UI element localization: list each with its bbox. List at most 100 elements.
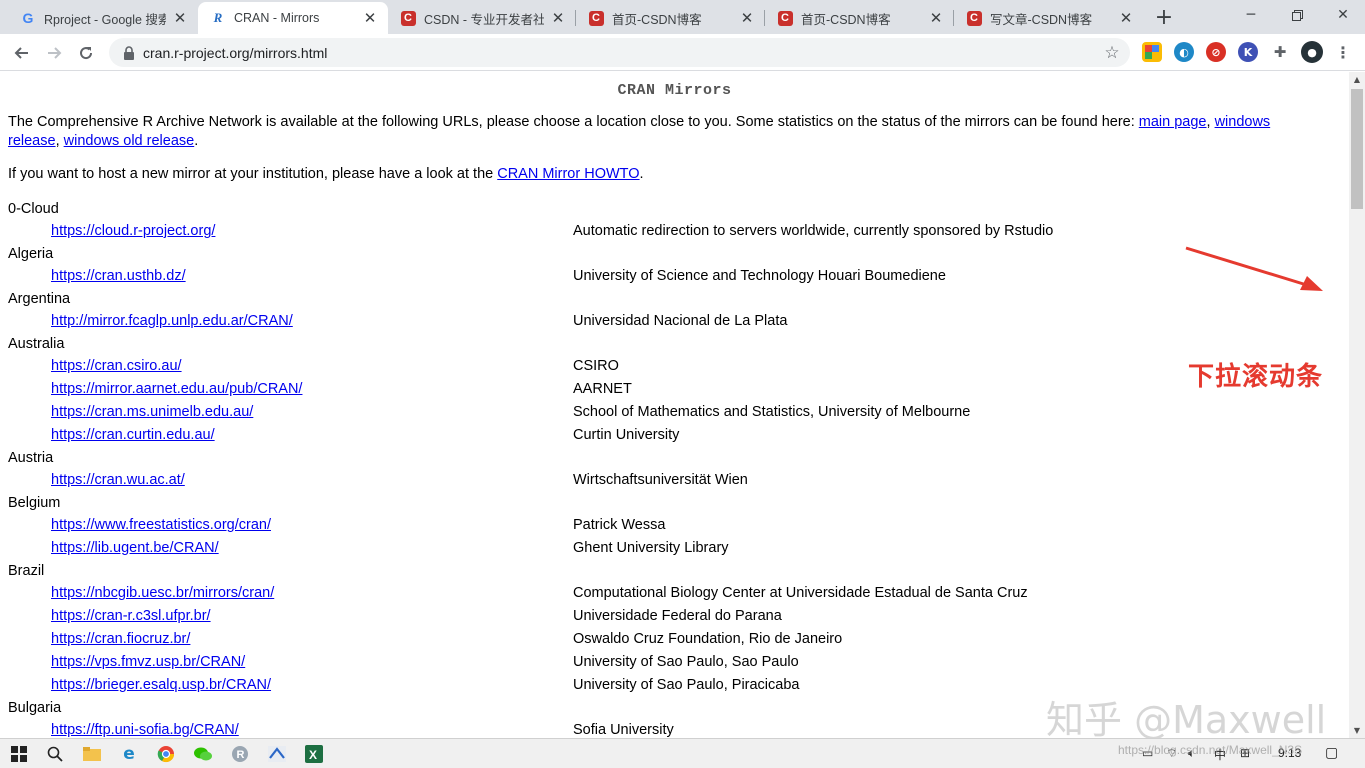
lock-icon[interactable] (121, 45, 137, 61)
mirror-url-link[interactable]: http://mirror.fcaglp.unlp.edu.ar/CRAN/ (51, 310, 293, 333)
arrow-left-icon (14, 47, 28, 59)
search-icon[interactable] (44, 743, 66, 765)
address-bar[interactable]: cran.r-project.org/mirrors.html ☆ (109, 38, 1130, 67)
edge-browser-icon[interactable]: e (118, 743, 140, 765)
mail-app-icon[interactable] (266, 743, 288, 765)
menu-kebab-icon[interactable]: ⋮ (1333, 42, 1353, 62)
forward-button[interactable] (40, 39, 68, 67)
restore-icon (1291, 9, 1303, 21)
mirror-url-link[interactable]: https://www.freestatistics.org/cran/ (51, 514, 271, 537)
period: . (639, 166, 644, 182)
mirror-url-link[interactable]: https://nbcgib.uesc.br/mirrors/cran/ (51, 582, 274, 605)
tab-google-search[interactable]: G Rproject - Google 搜索 ✕ (8, 2, 198, 34)
mirror-url-link[interactable]: https://cran.csiro.au/ (51, 355, 182, 378)
close-icon[interactable]: ✕ (928, 10, 944, 27)
mirror-url-link[interactable]: https://brieger.esalq.usp.br/CRAN/ (51, 674, 271, 697)
country-heading: Australia (8, 336, 65, 352)
tab-csdn-home-1[interactable]: C 首页-CSDN博客 ✕ (576, 2, 765, 34)
mirror-url-link[interactable]: https://cran.fiocruz.br/ (51, 628, 190, 651)
host-text: If you want to host a new mirror at your… (8, 166, 498, 182)
bookmark-star-icon[interactable]: ☆ (1100, 41, 1124, 65)
r-app-icon[interactable]: R (229, 743, 251, 765)
profile-avatar[interactable]: ● (1301, 41, 1323, 63)
mirror-description: Universidad Nacional de La Plata (573, 313, 788, 329)
mirror-description: CSIRO (573, 358, 619, 374)
tab-csdn-community[interactable]: C CSDN - 专业开发者社区 ✕ (388, 2, 576, 34)
file-explorer-icon[interactable] (81, 743, 103, 765)
tab-cran-mirrors[interactable]: R CRAN - Mirrors ✕ (198, 2, 388, 34)
close-icon[interactable]: ✕ (1118, 10, 1134, 27)
windows-old-release-link[interactable]: windows old release (64, 133, 195, 149)
comma: , (1206, 114, 1215, 130)
chrome-icon[interactable] (155, 743, 177, 765)
csdn-icon: C (400, 10, 416, 26)
tab-csdn-write[interactable]: C 写文章-CSDN博客 ✕ (954, 2, 1144, 34)
mirror-row: https://lib.ugent.be/CRAN/Ghent Universi… (0, 537, 1349, 560)
tab-csdn-home-2[interactable]: C 首页-CSDN博客 ✕ (765, 2, 954, 34)
mirror-url-link[interactable]: https://mirror.aarnet.edu.au/pub/CRAN/ (51, 378, 302, 401)
windows-start-icon[interactable] (8, 743, 30, 765)
country-heading: Brazil (8, 563, 45, 579)
close-icon[interactable]: ✕ (362, 10, 378, 27)
extension-blue-circle-icon[interactable]: ◐ (1174, 42, 1194, 62)
mirror-url-link[interactable]: https://cran-r.c3sl.ufpr.br/ (51, 605, 211, 628)
mirror-url-link[interactable]: https://vps.fmvz.usp.br/CRAN/ (51, 651, 245, 674)
annotation-arrow (1185, 246, 1323, 291)
new-tab-button[interactable]: + (1151, 5, 1177, 30)
close-icon[interactable]: ✕ (739, 10, 755, 27)
annotation-label: 下拉滚动条 (1188, 362, 1324, 392)
extension-colorful-icon[interactable] (1142, 42, 1162, 62)
mirror-url-link[interactable]: https://cran.wu.ac.at/ (51, 469, 185, 492)
country-heading: Belgium (8, 495, 61, 511)
vertical-scrollbar[interactable]: ▲ ▼ (1349, 72, 1365, 738)
page-title: CRAN Mirrors (617, 82, 732, 99)
excel-icon[interactable]: X (303, 743, 325, 765)
country-heading: Austria (8, 450, 54, 466)
url-text[interactable]: cran.r-project.org/mirrors.html (143, 45, 1100, 61)
notifications-icon[interactable]: ▢ (1325, 744, 1338, 761)
restore-button[interactable] (1274, 0, 1320, 30)
reload-button[interactable] (72, 39, 100, 67)
tab-title: CRAN - Mirrors (234, 11, 320, 25)
mirror-description: Automatic redirection to servers worldwi… (573, 223, 1054, 239)
comma: , (55, 133, 64, 149)
mirror-description: School of Mathematics and Statistics, Un… (573, 404, 971, 420)
mirror-url-link[interactable]: https://cran.curtin.edu.au/ (51, 424, 215, 447)
back-button[interactable] (8, 39, 36, 67)
close-icon[interactable]: ✕ (172, 10, 188, 27)
tab-title: 写文章-CSDN博客 (990, 12, 1093, 27)
mirror-url-link[interactable]: https://cran.usthb.dz/ (51, 265, 186, 288)
extension-k-icon[interactable]: K (1238, 42, 1258, 62)
mirror-url-link[interactable]: https://lib.ugent.be/CRAN/ (51, 537, 219, 560)
mirror-row: https://cran.csiro.au/CSIRO (0, 355, 1349, 378)
mirror-row: https://cran.curtin.edu.au/Curtin Univer… (0, 424, 1349, 447)
main-page-link[interactable]: main page (1139, 114, 1207, 130)
mirror-description: University of Science and Technology Hou… (573, 268, 946, 284)
country-heading: 0-Cloud (8, 201, 59, 217)
mirror-description: Computational Biology Center at Universi… (573, 585, 1028, 601)
extensions-puzzle-icon[interactable]: ✚ (1270, 42, 1290, 62)
mirror-url-link[interactable]: https://cloud.r-project.org/ (51, 220, 215, 243)
scrollbar-thumb[interactable] (1351, 89, 1363, 209)
scroll-up-arrow-icon[interactable]: ▲ (1349, 72, 1365, 87)
close-window-button[interactable]: ✕ (1320, 0, 1365, 30)
minimize-button[interactable]: ─ (1228, 0, 1274, 30)
svg-text:R: R (237, 749, 245, 761)
close-icon[interactable]: ✕ (550, 10, 566, 27)
mirror-url-link[interactable]: https://cran.ms.unimelb.edu.au/ (51, 401, 253, 424)
mirror-row: https://vps.fmvz.usp.br/CRAN/University … (0, 651, 1349, 674)
google-icon: G (22, 10, 34, 26)
extension-red-icon[interactable]: ⊘ (1206, 42, 1226, 62)
watermark: 知乎 @Maxwell (1046, 698, 1327, 742)
mirror-description: AARNET (573, 381, 632, 397)
mirror-description: Wirtschaftsuniversität Wien (573, 472, 748, 488)
mirror-description: University of Sao Paulo, Sao Paulo (573, 654, 799, 670)
mirror-list: 0-Cloud https://cloud.r-project.org/Autom… (0, 198, 1349, 738)
mirror-description: Oswaldo Cruz Foundation, Rio de Janeiro (573, 631, 843, 647)
wechat-icon[interactable] (192, 743, 214, 765)
scroll-down-arrow-icon[interactable]: ▼ (1349, 723, 1365, 738)
mirror-row: http://mirror.fcaglp.unlp.edu.ar/CRAN/Un… (0, 310, 1349, 333)
mirror-url-link[interactable]: https://ftp.uni-sofia.bg/CRAN/ (51, 719, 239, 738)
mirror-row: https://cran.fiocruz.br/Oswaldo Cruz Fou… (0, 628, 1349, 651)
mirror-howto-link[interactable]: CRAN Mirror HOWTO (497, 166, 639, 182)
